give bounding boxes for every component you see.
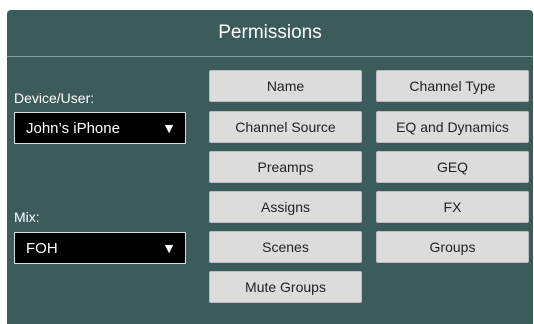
- chevron-down-icon: ▼: [162, 240, 176, 256]
- fx-button[interactable]: FX: [376, 191, 529, 223]
- assigns-button[interactable]: Assigns: [209, 191, 362, 223]
- device-user-value: John’s iPhone: [26, 119, 120, 137]
- device-user-label: Device/User:: [14, 90, 95, 106]
- title-divider: [7, 56, 533, 57]
- groups-button[interactable]: Groups: [376, 231, 529, 263]
- device-user-select[interactable]: John’s iPhone ▼: [14, 112, 186, 144]
- mix-select[interactable]: FOH ▼: [14, 232, 186, 264]
- name-button[interactable]: Name: [209, 70, 362, 102]
- channel-type-button[interactable]: Channel Type: [376, 70, 529, 102]
- mute-groups-button[interactable]: Mute Groups: [209, 271, 362, 303]
- chevron-down-icon: ▼: [162, 120, 176, 136]
- channel-source-button[interactable]: Channel Source: [209, 111, 362, 143]
- permissions-panel: Permissions Device/User: John’s iPhone ▼…: [7, 10, 533, 324]
- eq-dynamics-button[interactable]: EQ and Dynamics: [376, 111, 529, 143]
- geq-button[interactable]: GEQ: [376, 151, 529, 183]
- mix-value: FOH: [26, 239, 58, 257]
- mix-label: Mix:: [14, 209, 40, 225]
- scenes-button[interactable]: Scenes: [209, 231, 362, 263]
- page-title: Permissions: [218, 22, 322, 43]
- preamps-button[interactable]: Preamps: [209, 151, 362, 183]
